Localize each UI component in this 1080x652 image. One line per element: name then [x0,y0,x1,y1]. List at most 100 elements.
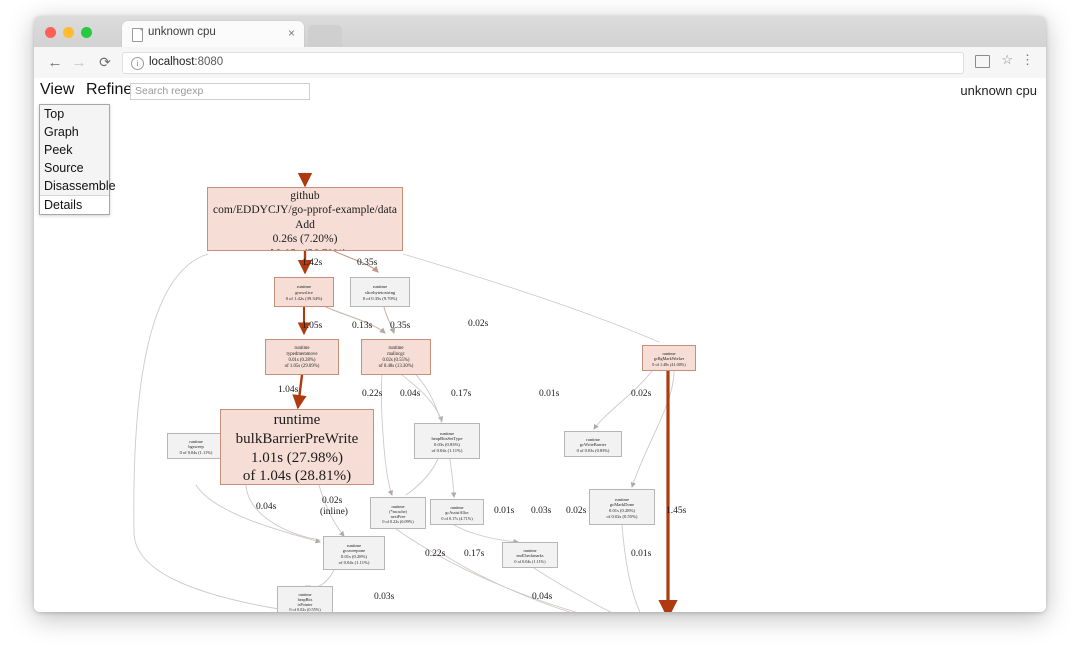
graph-node-line: github [208,189,402,203]
graph-node-growslice[interactable]: runtimegrowslice0 of 1.42s (39.34%) [274,277,334,307]
edge-label: 0.35s [390,321,410,331]
graph-node-line: of 1.04s (28.81%) [221,467,373,485]
url-port: :8080 [194,56,223,68]
edge-label: 0.22s [362,389,382,399]
edge-label: 0.02s [322,496,342,506]
graph-node-line: 0 of 0.17s (4.71%) [431,516,483,521]
bookmark-star-icon[interactable]: ☆ [1001,53,1013,67]
graph-node-line: 0 of 1.48s (41.00%) [643,362,695,367]
close-window-icon[interactable] [45,27,56,38]
graph-node-line: 0 of 0.04s (1.11%) [168,450,224,456]
graph-node-line: Add [208,218,402,232]
edge-label: 0.13s [352,321,372,331]
edge-label: 1.45s [666,506,686,516]
graph-node-heapBitsSetType[interactable]: runtimeheapBitsSetType0.03s (0.83%)of 0.… [414,423,480,459]
minimize-window-icon[interactable] [63,27,74,38]
graph-node-bulkBarrierPreWrite[interactable]: runtimebulkBarrierPreWrite1.01s (27.98%)… [220,409,374,485]
edge-label: 0.04s [532,592,552,602]
edge-label: 0.01s [539,389,559,399]
edge-label: 0.17s [464,549,484,559]
graph-node-line: runtime [221,411,373,430]
graph-node-line: 0 of 0.03s (0.83%) [565,448,621,454]
page-icon [132,28,143,42]
graph-node-line: 1.01s (27.98%) [221,449,373,468]
view-menu-item-details[interactable]: Details [40,195,109,214]
graph-node-nextFree[interactable]: runtime(*mcache)nextFree0 of 0.22s (6.09… [370,497,426,529]
reload-icon[interactable]: ⟳ [96,54,114,71]
edge-label: 0.02s [631,389,651,399]
graph-node-heapBitsIsPointer[interactable]: runtimeheapBitsisPointer0 of 0.02s (0.55… [277,586,333,612]
edge-label: 0.22s [425,549,445,559]
graph-node-line: of 1.05s (29.09%) [266,364,338,370]
graph-node-gcWriteBarrier[interactable]: runtimegcWriteBarrier0 of 0.03s (0.83%) [564,431,622,457]
url-host: localhost [149,56,194,68]
edge-label: 0.04s [256,502,276,512]
new-tab-button[interactable] [308,25,342,47]
view-menu-item-disassemble[interactable]: Disassemble [40,177,109,195]
edge-label: 0.04s [400,389,420,399]
view-menu-item-top[interactable]: Top [40,105,109,123]
profile-title: unknown cpu [960,83,1037,98]
browser-menu-icon[interactable]: ⋮ [1021,53,1034,67]
edge-label: 0.01s [494,506,514,516]
browser-tab-strip: unknown cpu × [34,16,1046,47]
graph-node-line: com/EDDYCJY/go-pprof-example/data [208,203,402,217]
site-info-icon[interactable]: i [131,57,144,70]
browser-window: unknown cpu × ← → ⟳ i localhost:8080 ☆ ⋮… [34,16,1046,612]
forward-arrow-icon[interactable]: → [70,54,88,71]
graph-node-line: 0 of 0.22s (6.09%) [371,519,425,524]
graph-node-slicebytetostring[interactable]: runtimeslicebytetostring0 of 0.35s (9.70… [350,277,410,307]
edge-label: 1.04s [278,385,298,395]
graph-node-line: of 2.05s (56.79%) [208,247,402,252]
graph-node-line: of 0.02s (0.55%) [590,514,654,520]
edge-label: 0.35s [357,258,377,268]
menu-refine[interactable]: Refine [86,81,132,99]
view-menu-item-peek[interactable]: Peek [40,141,109,159]
graph-node-gcMarkDone[interactable]: runtimegcMarkDone0.01s (0.28%)of 0.02s (… [589,489,655,525]
browser-toolbar: ← → ⟳ i localhost:8080 ☆ ⋮ [34,47,1046,79]
close-tab-icon[interactable]: × [288,26,295,40]
tab-title: unknown cpu [148,26,268,38]
zoom-window-icon[interactable] [81,27,92,38]
callgraph-edges [34,104,1046,612]
graph-node-line: of 0.04s (1.11%) [415,448,479,454]
cast-icon[interactable] [975,55,990,68]
graph-node-line: 0 of 0.04s (1.11%) [503,559,557,564]
graph-node-gcAssistAlloc[interactable]: runtimegcAssistAlloc0 of 0.17s (4.71%) [430,499,484,525]
graph-node-line: 0 of 1.42s (39.34%) [275,296,333,302]
search-placeholder: Search regexp [135,85,203,97]
graph-node-line: of 0.04s (1.11%) [324,560,384,566]
edge-label: 0.02s [468,319,488,329]
graph-node-gcBgMarkWorker[interactable]: runtimegcBgMarkWorker0 of 1.48s (41.00%) [642,345,696,371]
view-dropdown-menu[interactable]: TopGraphPeekSourceDisassembleDetails [39,104,110,215]
graph-node-typedmemmove[interactable]: runtimetypedmemmove0.01s (0.28%)of 1.05s… [265,339,339,375]
back-arrow-icon[interactable]: ← [46,54,64,71]
graph-node-line: 0.26s (7.20%) [208,232,402,246]
graph-node-line: 0 of 0.02s (0.55%) [278,607,332,612]
edge-label: 0.03s [374,592,394,602]
graph-node-mallocgc[interactable]: runtimemallocgc0.02s (0.55%)of 0.48s (13… [361,339,431,375]
search-input[interactable]: Search regexp [130,83,310,100]
graph-node-line: 0 of 0.35s (9.70%) [351,296,409,302]
graph-node-gcsweepone[interactable]: runtimegcsweepone0.01s (0.28%)of 0.04s (… [323,536,385,570]
edge-label: 0.02s [566,506,586,516]
edge-label: 0.01s [631,549,651,559]
browser-tab[interactable]: unknown cpu × [122,21,304,47]
address-bar[interactable]: i localhost:8080 [122,52,964,74]
menu-view[interactable]: View [40,81,74,99]
edge-label: 0.17s [451,389,471,399]
graph-node-bgsweep[interactable]: runtimebgsweep0 of 0.04s (1.11%) [167,433,225,459]
graph-node-add[interactable]: githubcom/EDDYCJY/go-pprof-example/dataA… [207,187,403,251]
pprof-header-bar: View Refine Search regexp unknown cpu [34,78,1046,105]
desktop-background: unknown cpu × ← → ⟳ i localhost:8080 ☆ ⋮… [0,0,1080,652]
view-menu-item-graph[interactable]: Graph [40,123,109,141]
edge-label: 1.42s [302,258,322,268]
edge-label: (inline) [320,507,348,517]
view-menu-item-source[interactable]: Source [40,159,109,177]
graph-node-line: of 0.48s (13.30%) [362,364,430,370]
address-bar-url: localhost:8080 [149,56,223,68]
graph-node-line: bulkBarrierPreWrite [221,430,373,449]
pprof-page: View Refine Search regexp unknown cpu To… [34,78,1046,612]
callgraph-canvas[interactable]: githubcom/EDDYCJY/go-pprof-example/dataA… [34,104,1046,612]
graph-node-endCheckmarks[interactable]: runtimeendCheckmarks0 of 0.04s (1.11%) [502,542,558,568]
